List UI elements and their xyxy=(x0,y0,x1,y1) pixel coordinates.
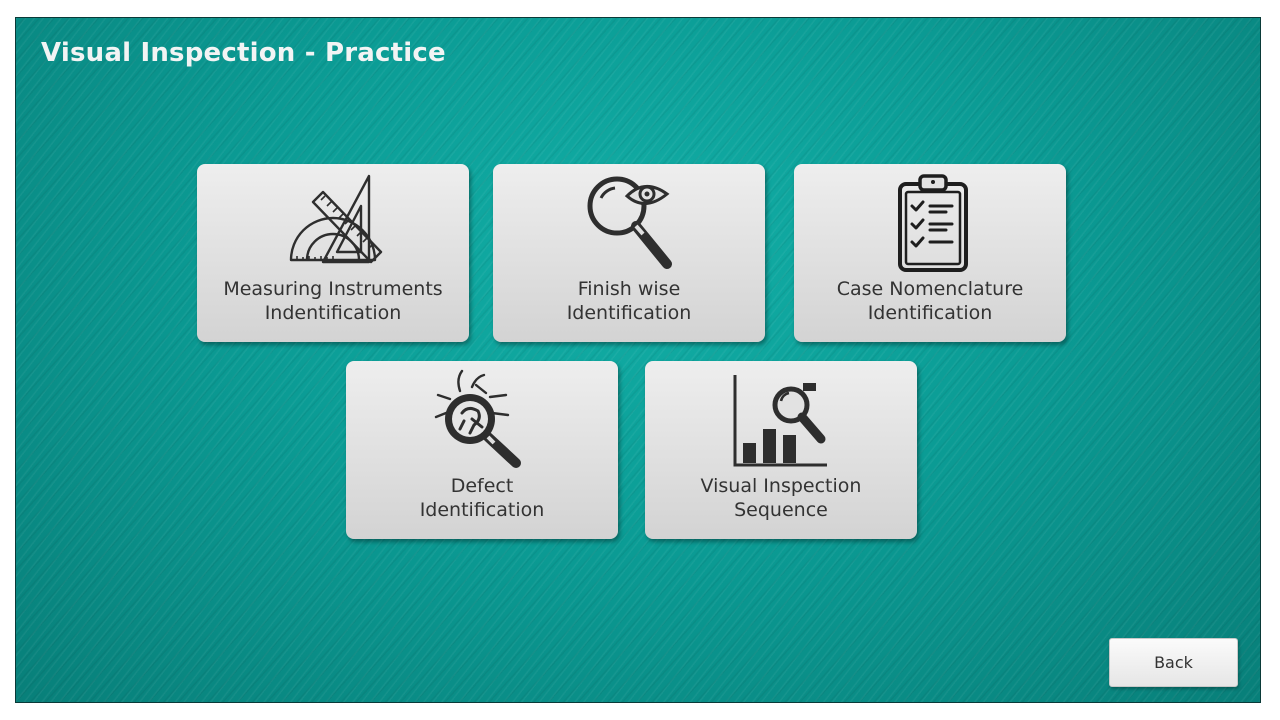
checklist-clipboard-icon xyxy=(898,174,968,272)
finish-wise-tile[interactable]: Finish wise Identification xyxy=(493,164,765,342)
tile-label: Finish wise Identification xyxy=(566,278,692,324)
magnifier-eye-icon xyxy=(587,176,672,269)
visual-inspection-sequence-tile[interactable]: Visual Inspection Sequence xyxy=(645,361,917,539)
back-button[interactable]: Back xyxy=(1109,638,1238,687)
tile-label: Defect Identification xyxy=(419,475,545,521)
tile-label: Case Nomenclature Identification xyxy=(836,278,1024,324)
tile-label: Visual Inspection Sequence xyxy=(700,475,862,521)
tile-label: Measuring Instruments Indentification xyxy=(223,278,443,324)
defect-identification-tile[interactable]: Defect Identification xyxy=(346,361,618,539)
bug-magnifier-icon xyxy=(434,369,521,468)
chart-magnifier-icon xyxy=(733,375,827,467)
measuring-instruments-tile[interactable]: Measuring Instruments Indentification xyxy=(197,164,469,342)
ruler-protractor-icon xyxy=(289,174,383,264)
page-title: Visual Inspection - Practice xyxy=(41,38,446,68)
case-nomenclature-tile[interactable]: Case Nomenclature Identification xyxy=(794,164,1066,342)
main-window: Visual Inspection - Practice Measuring I… xyxy=(15,17,1261,703)
